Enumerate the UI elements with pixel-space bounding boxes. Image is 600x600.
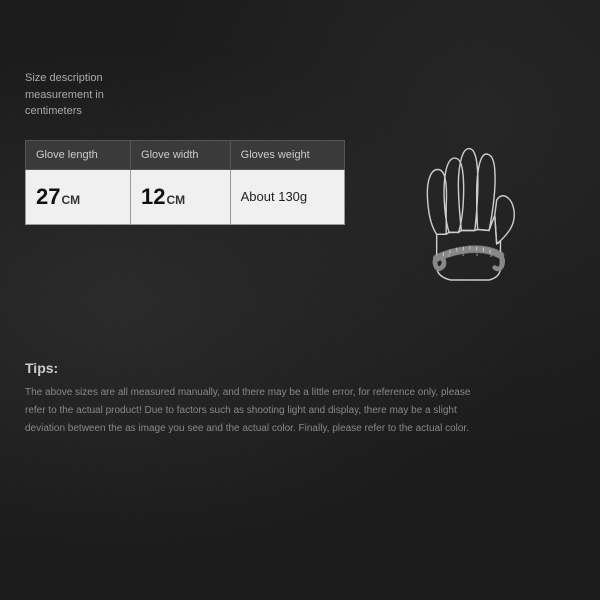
width-number: 12 xyxy=(141,184,165,210)
svg-text:3: 3 xyxy=(476,253,478,257)
cell-length: 27 CM xyxy=(26,169,131,224)
col-header-weight: Gloves weight xyxy=(230,140,344,169)
width-unit: CM xyxy=(167,193,186,207)
cell-width: 12 CM xyxy=(131,169,231,224)
table-row: 27 CM 12 CM About 130g xyxy=(26,169,345,224)
table-section: Glove length Glove width Gloves weight 2… xyxy=(25,140,345,225)
glove-illustration: 1 2 3 4 xyxy=(365,120,575,320)
svg-text:2: 2 xyxy=(462,253,464,257)
page-container: Size description measurement in centimet… xyxy=(0,0,600,600)
tips-title: Tips: xyxy=(25,360,575,376)
length-number: 27 xyxy=(36,184,60,210)
col-header-width: Glove width xyxy=(131,140,231,169)
size-description: Size description measurement in centimet… xyxy=(25,70,155,120)
svg-text:1: 1 xyxy=(448,254,450,258)
main-content: Glove length Glove width Gloves weight 2… xyxy=(25,140,575,320)
tips-text: The above sizes are all measured manuall… xyxy=(25,384,485,438)
svg-text:4: 4 xyxy=(490,254,492,258)
size-table: Glove length Glove width Gloves weight 2… xyxy=(25,140,345,225)
tips-section: Tips: The above sizes are all measured m… xyxy=(25,350,575,438)
length-unit: CM xyxy=(61,193,80,207)
col-header-length: Glove length xyxy=(26,140,131,169)
cell-weight: About 130g xyxy=(230,169,344,224)
glove-svg: 1 2 3 4 xyxy=(380,120,560,320)
